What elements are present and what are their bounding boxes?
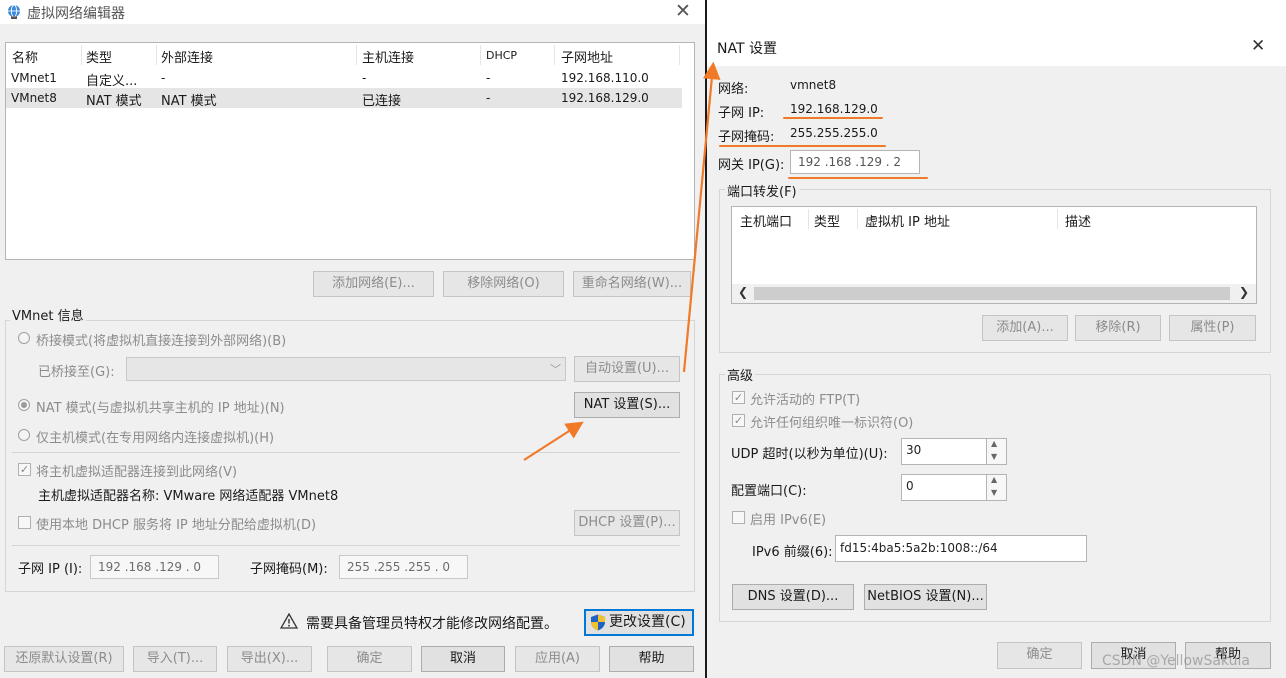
arrow-to-nat-button — [523, 421, 584, 461]
annotation-arrows — [523, 61, 721, 461]
watermark-text: CSDN @YellowSakula — [1102, 653, 1250, 669]
arrow-to-nat-window — [682, 61, 721, 373]
